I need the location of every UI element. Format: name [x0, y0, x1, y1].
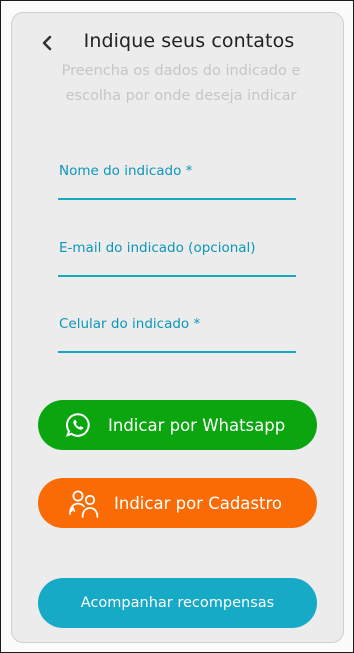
cadastro-button-label: Indicar por Cadastro: [114, 493, 282, 513]
phone-field[interactable]: Celular do indicado *: [58, 315, 296, 353]
chevron-left-icon: [42, 35, 52, 51]
email-field[interactable]: E-mail do indicado (opcional): [58, 239, 296, 277]
page-subtitle: Preencha os dados do indicado e escolha …: [41, 59, 321, 109]
cadastro-referral-button[interactable]: Indicar por Cadastro: [38, 478, 317, 528]
name-field[interactable]: Nome do indicado *: [58, 162, 296, 200]
email-field-label: E-mail do indicado (opcional): [59, 240, 256, 256]
whatsapp-referral-button[interactable]: Indicar por Whatsapp: [38, 400, 317, 450]
name-field-label: Nome do indicado *: [59, 163, 193, 179]
whatsapp-icon: [65, 412, 91, 438]
screen-frame: Indique seus contatos Preencha os dados …: [0, 0, 354, 653]
track-rewards-button[interactable]: Acompanhar recompensas: [38, 578, 317, 628]
rewards-button-label: Acompanhar recompensas: [80, 595, 275, 611]
subtitle-line-1: Preencha os dados do indicado e: [61, 63, 301, 79]
phone-field-label: Celular do indicado *: [59, 316, 201, 332]
page-title: Indique seus contatos: [83, 30, 295, 52]
whatsapp-button-label: Indicar por Whatsapp: [108, 415, 286, 435]
subtitle-line-2: escolha por onde deseja indicar: [65, 88, 297, 104]
back-button[interactable]: [39, 33, 55, 53]
users-referral-icon: [67, 488, 101, 518]
